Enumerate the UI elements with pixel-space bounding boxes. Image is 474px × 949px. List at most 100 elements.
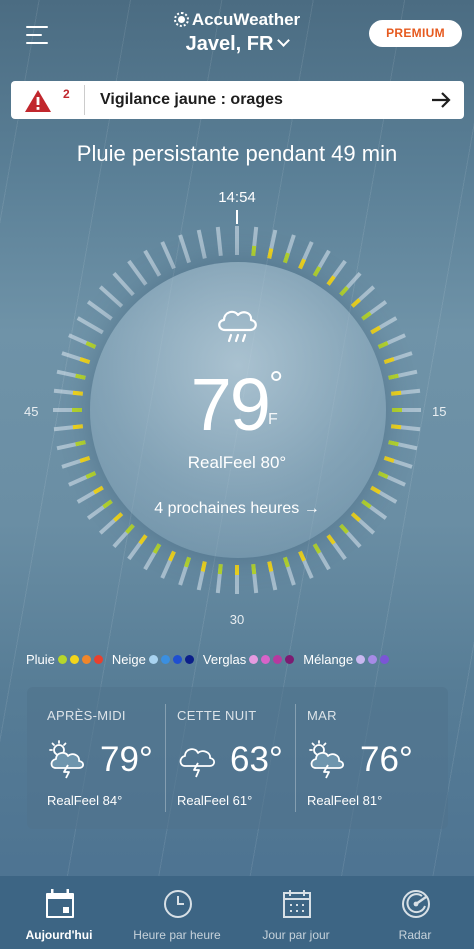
bottom-navigation: Aujourd'hui Heure par heure Jour par jou… [0,876,474,949]
legend-dot [148,655,158,664]
precip-segment [251,245,257,257]
minutecast-headline: Pluie persistante pendant 49 min [76,141,398,166]
forecast-realfeel: RealFeel 84° [47,793,123,808]
legend-dot [184,655,194,664]
weather-alert-banner[interactable]: 2 Vigilance jaune : orages [11,81,464,119]
premium-button[interactable]: PREMIUM [369,20,462,47]
precip-segment [282,252,290,264]
legend-dot [380,655,390,664]
precip-segment [251,563,257,575]
precip-segment [93,485,104,495]
legend-dot [57,655,67,664]
legend-group: Pluie [26,652,103,667]
precip-segment [312,543,322,554]
legend-label: Pluie [26,652,55,667]
legend-dot [261,655,271,664]
legend-label: Verglas [202,652,247,667]
forecast-title: CETTE NUIT [177,708,257,723]
precip-segment [326,534,336,545]
legend-dot [356,655,366,664]
precip-segment [339,523,349,534]
precip-segment [85,341,97,349]
radar-icon [402,890,430,918]
legend-label: Neige [111,652,146,667]
legend-dot [273,655,283,664]
temperature-degree: ° [268,363,284,404]
precip-segment [138,534,148,545]
forecast-realfeel: RealFeel 61° [177,793,253,808]
nav-label: Jour par jour [262,928,330,942]
temperature-value: 79 [190,363,271,446]
dial-tick [86,300,113,321]
precip-segment [85,471,97,479]
forecast-title: APRÈS-MIDI [47,708,126,723]
alert-divider [84,85,85,115]
precip-segment [370,325,381,335]
nav-radar[interactable]: Radar [356,876,474,949]
precip-segment [298,550,306,562]
precipitation-legend: Pluie Neige Verglas Mélange [26,652,466,670]
legend-dot [285,655,295,664]
precip-segment [200,561,207,572]
location-name: Javel, FR [185,33,274,55]
precip-segment [267,561,274,572]
sun-cloud-thunder-icon [309,740,345,779]
legend-group: Mélange [303,652,390,667]
dial-tick [112,271,135,297]
dial-tick [178,234,192,264]
nav-today[interactable]: Aujourd'hui [0,876,118,949]
next-hours-link[interactable]: 4 prochaines heures → [0,500,474,518]
forecast-tuesday[interactable]: MAR 76° RealFeel 81° [287,687,417,829]
precip-segment [350,298,361,308]
forecast-temp: 76° [360,740,413,779]
nav-daily[interactable]: Jour par jour [237,876,355,949]
legend-label: Mélange [303,652,354,667]
precip-segment [326,275,336,286]
dial-tick [76,316,104,335]
legend-group: Neige [112,652,194,667]
dial-label-30: 30 [229,612,245,627]
precip-segment [361,311,372,321]
calendar-today-icon [46,889,74,918]
current-temperature: 79° [0,362,474,447]
precip-segment [370,485,381,495]
dial-tick [215,226,223,257]
dial-tick [98,285,124,308]
cloud-thunder-icon [179,748,216,778]
precip-segment [184,556,192,568]
legend-dot [160,655,170,664]
calendar-icon [283,890,311,918]
precip-segment [312,266,322,277]
legend-group: Verglas [202,652,295,667]
legend-dot [69,655,79,664]
precip-segment [339,286,349,297]
precip-segment [217,563,223,575]
legend-dot [81,655,91,664]
forecast-title: MAR [307,708,337,723]
alert-count: 2 [63,87,70,101]
forecast-afternoon[interactable]: APRÈS-MIDI 79° RealFeel 84° [27,687,157,829]
warning-triangle-icon [25,90,51,112]
precip-segment [377,471,389,479]
nav-label: Radar [398,928,432,942]
forecast-temp: 79° [100,740,153,779]
nav-label: Aujourd'hui [25,928,93,942]
legend-dot [368,655,378,664]
nav-label: Heure par heure [133,928,221,942]
forecast-tonight[interactable]: CETTE NUIT 63° RealFeel 61° [157,687,287,829]
alert-text: Vigilance jaune : orages [100,91,283,108]
dial-tick [160,241,176,270]
precip-segment [168,550,176,562]
nav-hourly[interactable]: Heure par heure [118,876,236,949]
cloud-rain-icon [218,310,257,343]
precip-segment [267,248,274,259]
realfeel-current: RealFeel 80° [187,453,287,472]
precip-segment [125,523,135,534]
precip-segment [298,258,306,270]
precip-segment [377,341,389,349]
app-header: AccuWeather Javel, FR PREMIUM [0,0,474,72]
legend-dot [172,655,182,664]
forecast-realfeel: RealFeel 81° [307,793,383,808]
precip-segment [282,556,290,568]
forecast-card[interactable]: APRÈS-MIDI 79° RealFeel 84° CETTE NUIT 6… [27,687,448,829]
